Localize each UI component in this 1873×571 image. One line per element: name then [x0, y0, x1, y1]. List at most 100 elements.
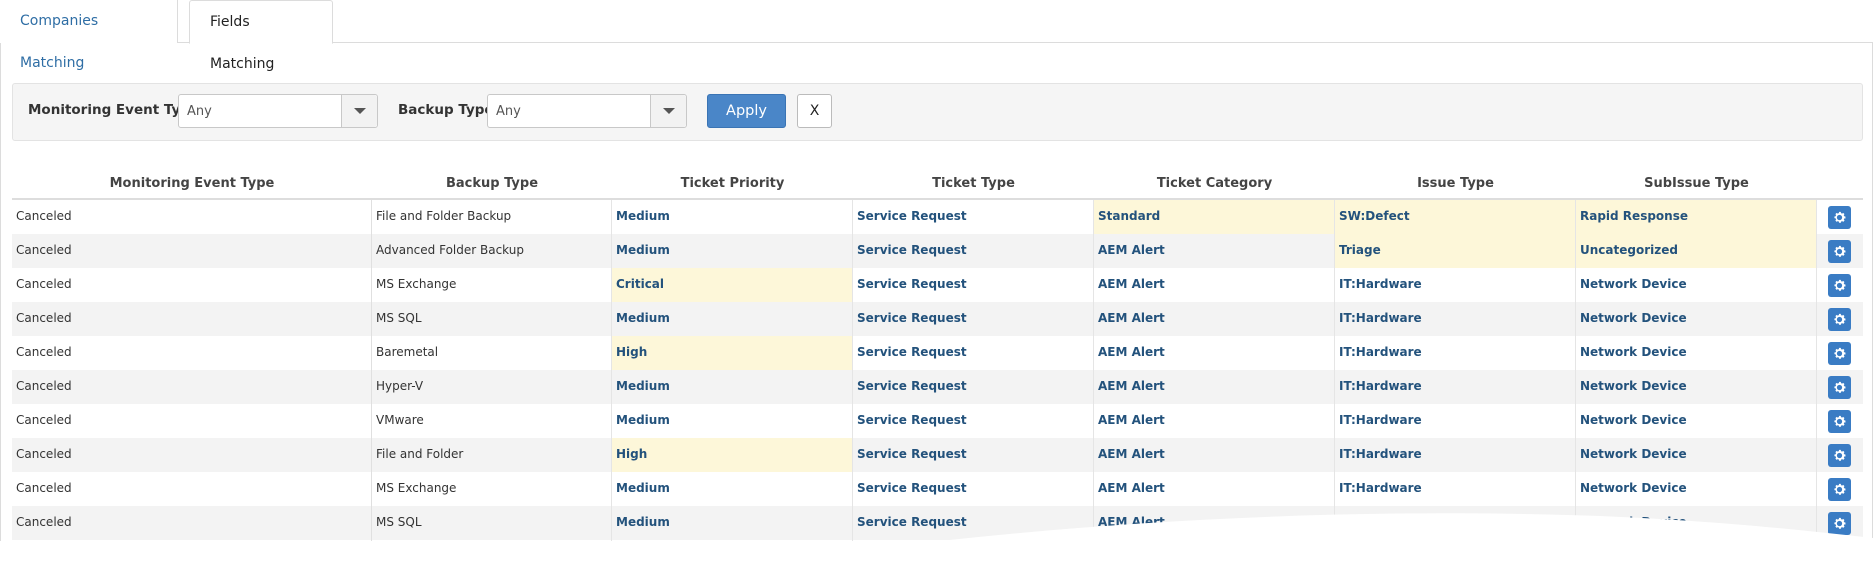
cell-ticket-type[interactable]: Service Request: [853, 506, 1094, 540]
cell-ticket-type[interactable]: Service Request: [853, 268, 1094, 302]
fields-matching-table: Monitoring Event Type Backup Type Ticket…: [12, 170, 1863, 571]
backup-type-value: Any: [496, 104, 521, 119]
cell-issue-type[interactable]: IT:Hardware: [1335, 404, 1576, 438]
cell-ticket-category[interactable]: AEM Alert: [1094, 438, 1335, 472]
clear-filters-button[interactable]: X: [797, 94, 832, 128]
cell-ticket-priority[interactable]: Medium: [612, 234, 853, 268]
table-row: Canceled File and Folder High Service Reque…: [12, 438, 1863, 472]
cell-issue-type[interactable]: IT:Hardware: [1335, 268, 1576, 302]
cell-subissue-type[interactable]: Network Device: [1576, 404, 1817, 438]
chevron-down-icon: [663, 108, 675, 114]
cell-ticket-priority[interactable]: Medium: [612, 404, 853, 438]
cell-subissue-type[interactable]: Network Device: [1576, 302, 1817, 336]
cell-ticket-priority[interactable]: Medium: [612, 302, 853, 336]
cell-ticket-priority[interactable]: Medium: [612, 370, 853, 404]
cell-ticket-type[interactable]: Service Request: [853, 200, 1094, 234]
cell-subissue-type[interactable]: Network Device: [1576, 268, 1817, 302]
cell-ticket-category[interactable]: AEM Alert: [1094, 302, 1335, 336]
header-issue-type[interactable]: Issue Type: [1335, 170, 1576, 200]
cell-ticket-priority[interactable]: Critical: [612, 268, 853, 302]
cell-issue-type[interactable]: IT:Hardware: [1335, 472, 1576, 506]
cell-ticket-priority[interactable]: High: [612, 438, 853, 472]
chevron-down-icon: [354, 108, 366, 114]
monitoring-event-type-select[interactable]: Any: [178, 94, 378, 128]
backup-type-dropdown-toggle[interactable]: [650, 95, 686, 127]
monitoring-event-type-dropdown-toggle[interactable]: [341, 95, 377, 127]
cell-ticket-category[interactable]: AEM Alert: [1094, 336, 1335, 370]
cell-ticket-type[interactable]: Service Request: [853, 404, 1094, 438]
cell-ticket-category: [1094, 540, 1335, 571]
cell-backup-type: MS Exchange: [372, 268, 612, 302]
table-row: Canceled VMware Medium Service Request AEM A…: [12, 404, 1863, 438]
cell-subissue-type[interactable]: Network Device: [1576, 472, 1817, 506]
cell-ticket-category[interactable]: AEM Alert: [1094, 472, 1335, 506]
cell-ticket-type[interactable]: Service Request: [853, 438, 1094, 472]
cell-subissue-type[interactable]: Network Device: [1576, 438, 1817, 472]
cell-ticket-type[interactable]: Service Request: [853, 234, 1094, 268]
tab-companies-matching[interactable]: Companies Matching: [0, 0, 178, 71]
cell-issue-type[interactable]: IT:Hardware: [1335, 370, 1576, 404]
row-settings-button[interactable]: [1828, 444, 1851, 467]
cell-issue-type[interactable]: IT:Hardware: [1335, 302, 1576, 336]
table-row: Canceled Advanced Folder Backup Medium Serv…: [12, 234, 1863, 268]
monitoring-event-type-value: Any: [187, 104, 212, 119]
header-backup-type[interactable]: Backup Type: [372, 170, 612, 200]
cell-subissue-type[interactable]: Network Device: [1576, 336, 1817, 370]
row-settings-button[interactable]: [1828, 478, 1851, 501]
cell-ticket-category[interactable]: Standard: [1094, 200, 1335, 234]
cell-issue-type[interactable]: IT:Hardware: [1335, 336, 1576, 370]
cell-monitoring-event-type: Canceled: [12, 370, 372, 404]
tab-fields-matching[interactable]: Fields Matching: [189, 0, 333, 72]
cell-row-actions: [1817, 268, 1863, 302]
header-ticket-priority[interactable]: Ticket Priority: [612, 170, 853, 200]
row-settings-button[interactable]: [1828, 376, 1851, 399]
cell-row-actions: [1817, 370, 1863, 404]
cell-ticket-category[interactable]: AEM Alert: [1094, 234, 1335, 268]
row-settings-button[interactable]: [1828, 274, 1851, 297]
cell-subissue-type[interactable]: Rapid Response: [1576, 200, 1817, 234]
row-settings-button[interactable]: [1828, 410, 1851, 433]
cell-ticket-priority[interactable]: Medium: [612, 472, 853, 506]
header-monitoring-event-type[interactable]: Monitoring Event Type: [12, 170, 372, 200]
backup-type-select[interactable]: Any: [487, 94, 687, 128]
cell-subissue-type[interactable]: Network Device: [1576, 506, 1817, 540]
cell-ticket-type[interactable]: Service Request: [853, 472, 1094, 506]
cell-ticket-category[interactable]: AEM Alert: [1094, 404, 1335, 438]
header-subissue-type[interactable]: SubIssue Type: [1576, 170, 1817, 200]
cell-ticket-type[interactable]: Service Request: [853, 336, 1094, 370]
cell-issue-type[interactable]: SW:Defect: [1335, 200, 1576, 234]
cell-subissue-type[interactable]: Network Device: [1576, 370, 1817, 404]
cell-monitoring-event-type: Canceled: [12, 472, 372, 506]
table-row: Canceled MS Exchange Critical Service Reque…: [12, 268, 1863, 302]
cell-ticket-priority[interactable]: Medium: [612, 540, 853, 571]
row-settings-button[interactable]: [1828, 240, 1851, 263]
cell-ticket-priority[interactable]: Medium: [612, 200, 853, 234]
header-ticket-type[interactable]: Ticket Type: [853, 170, 1094, 200]
cell-ticket-category[interactable]: AEM Alert: [1094, 268, 1335, 302]
cell-issue-type[interactable]: Triage: [1335, 234, 1576, 268]
cell-issue-type: [1335, 540, 1576, 571]
cell-backup-type: DR Image: [372, 540, 612, 571]
cell-monitoring-event-type: Canceled: [12, 302, 372, 336]
cell-ticket-priority[interactable]: Medium: [612, 506, 853, 540]
table-row: Canceled MS SQL Medium Service Request AEM A…: [12, 302, 1863, 336]
cell-backup-type: MS Exchange: [372, 472, 612, 506]
cell-subissue-type[interactable]: Uncategorized: [1576, 234, 1817, 268]
row-settings-button[interactable]: [1828, 206, 1851, 229]
cell-ticket-type[interactable]: Service Request: [853, 370, 1094, 404]
cell-issue-type[interactable]: IT:Hardware: [1335, 438, 1576, 472]
cell-ticket-category[interactable]: AEM Alert: [1094, 370, 1335, 404]
cell-ticket-type[interactable]: Service Request: [853, 302, 1094, 336]
cell-monitoring-event-type: Canceled: [12, 506, 372, 540]
table-row: DR Image Medium: [12, 540, 1863, 571]
cell-ticket-category[interactable]: AEM Alert: [1094, 506, 1335, 540]
header-ticket-category[interactable]: Ticket Category: [1094, 170, 1335, 200]
row-settings-button[interactable]: [1828, 308, 1851, 331]
table-header: Monitoring Event Type Backup Type Ticket…: [12, 170, 1863, 200]
row-settings-button[interactable]: [1828, 342, 1851, 365]
cell-ticket-priority[interactable]: High: [612, 336, 853, 370]
fields-matching-panel: Monitoring Event Type Any Backup Type An…: [0, 43, 1873, 571]
row-settings-button[interactable]: [1828, 512, 1851, 535]
cell-row-actions: [1817, 336, 1863, 370]
apply-button[interactable]: Apply: [707, 94, 786, 128]
